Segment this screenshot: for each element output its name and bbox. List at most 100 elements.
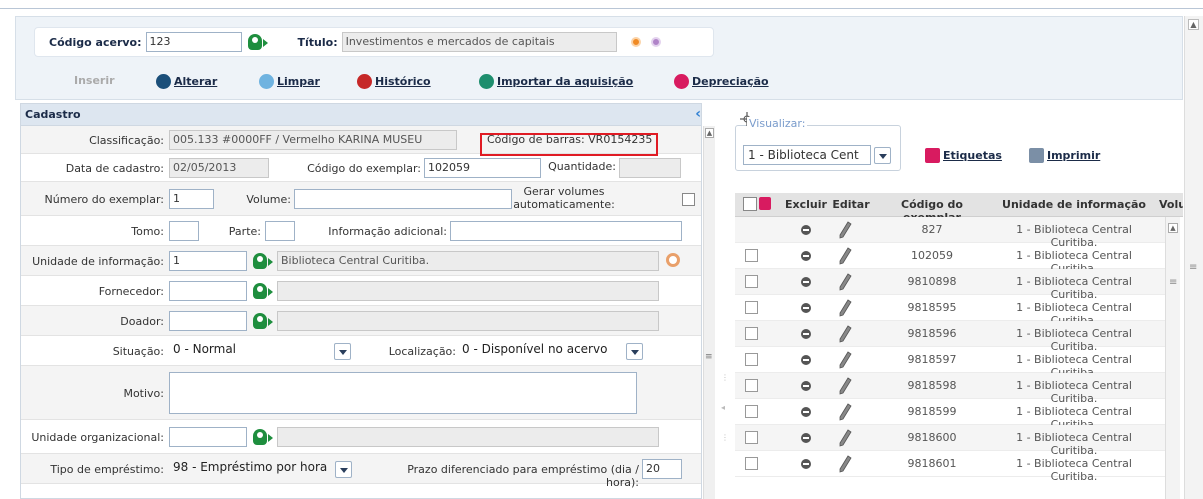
informacao-adicional-input[interactable]: [450, 221, 682, 241]
pencil-icon[interactable]: [838, 299, 852, 317]
delete-icon[interactable]: [801, 433, 811, 443]
refresh-icon[interactable]: [666, 253, 680, 267]
alterar-button[interactable]: Alterar: [156, 74, 217, 89]
row-codigo: 9818597: [907, 353, 957, 366]
acervo-search-bar: Código acervo: 123 Título: Investimentos…: [34, 27, 714, 57]
pencil-icon[interactable]: [838, 325, 852, 343]
table-row[interactable]: 98185971 - Biblioteca Central Curitiba.: [735, 347, 1165, 379]
depreciacao-button[interactable]: Depreciação: [674, 74, 769, 89]
pencil-icon[interactable]: [838, 247, 852, 265]
delete-icon[interactable]: [801, 251, 811, 261]
page-scrollbar[interactable]: ▲ ≡: [1184, 16, 1203, 499]
col-unidade-informacao[interactable]: Unidade de informação: [993, 198, 1155, 211]
localizacao-dropdown-icon[interactable]: [626, 343, 643, 360]
delete-icon[interactable]: [801, 381, 811, 391]
form-scroll-up-icon[interactable]: ▲: [705, 128, 714, 138]
delete-icon[interactable]: [801, 329, 811, 339]
unidade-informacao-input[interactable]: 1: [169, 251, 247, 271]
row-checkbox[interactable]: [745, 249, 758, 262]
codigo-acervo-input[interactable]: 123: [145, 32, 242, 52]
collapse-chevron-icon[interactable]: ‹: [695, 106, 701, 122]
form-scrollbar[interactable]: ▲ ≡: [703, 126, 715, 499]
col-volume[interactable]: Volum: [1159, 198, 1183, 211]
unidade-organizacional-input[interactable]: [169, 427, 247, 447]
grid-scroll-up-icon[interactable]: ▲: [1168, 223, 1178, 233]
tipo-emprestimo-dropdown-icon[interactable]: [335, 461, 352, 478]
pencil-icon[interactable]: [838, 221, 852, 239]
row-checkbox[interactable]: [745, 301, 758, 314]
pencil-icon[interactable]: [838, 273, 852, 291]
delete-icon[interactable]: [801, 277, 811, 287]
tomo-input[interactable]: [169, 221, 199, 241]
delete-icon[interactable]: [801, 355, 811, 365]
row-checkbox[interactable]: [745, 405, 758, 418]
delete-icon[interactable]: [801, 225, 811, 235]
table-row[interactable]: 9818598 1 - Biblioteca Central Curitiba.: [735, 373, 1165, 405]
row-checkbox[interactable]: [745, 353, 758, 366]
unidade-org-go-icon[interactable]: [253, 429, 273, 445]
codigo-exemplar-input[interactable]: 102059: [424, 158, 541, 178]
form-scroll-grip-icon[interactable]: ≡: [705, 352, 713, 362]
volume-input[interactable]: [294, 189, 512, 209]
splitter-arrow-icon[interactable]: ◂: [721, 403, 725, 412]
info-title-icon[interactable]: [650, 37, 661, 47]
doador-input[interactable]: [169, 311, 247, 331]
unidade-go-icon[interactable]: [253, 253, 273, 269]
inserir-button[interactable]: Inserir: [74, 74, 115, 87]
limpar-button[interactable]: Limpar: [259, 74, 320, 89]
table-row[interactable]: 9810898 1 - Biblioteca Central Curitiba.: [735, 269, 1165, 301]
motivo-textarea[interactable]: [169, 372, 637, 414]
gerar-volumes-checkbox[interactable]: [682, 193, 695, 206]
table-row[interactable]: 98185951 - Biblioteca Central Curitiba.: [735, 295, 1165, 327]
situacao-select[interactable]: 0 - Normal: [173, 342, 236, 356]
quantidade-input[interactable]: [619, 158, 681, 178]
grid-scrollbar[interactable]: ▲ ≡: [1165, 217, 1180, 499]
delete-icon[interactable]: [801, 303, 811, 313]
pencil-icon[interactable]: [838, 455, 852, 473]
row-checkbox[interactable]: [745, 327, 758, 340]
data-cadastro-input[interactable]: 02/05/2013: [169, 158, 269, 178]
row-checkbox[interactable]: [745, 275, 758, 288]
parte-input[interactable]: [265, 221, 295, 241]
fornecedor-input[interactable]: [169, 281, 247, 301]
imprimir-button[interactable]: Imprimir: [1029, 148, 1100, 163]
delete-icon[interactable]: [801, 407, 811, 417]
delete-icon[interactable]: [801, 459, 811, 469]
clear-title-icon[interactable]: [630, 37, 641, 47]
table-row[interactable]: 827 1 - Biblioteca Central Curitiba.: [735, 217, 1165, 249]
row-checkbox[interactable]: [745, 379, 758, 392]
row-checkbox[interactable]: [745, 431, 758, 444]
localizacao-select[interactable]: 0 - Disponível no acervo: [462, 342, 607, 356]
fornecedor-go-icon[interactable]: [253, 283, 273, 299]
tipo-emprestimo-select[interactable]: 98 - Empréstimo por hora: [173, 460, 327, 474]
table-row[interactable]: 9818596 1 - Biblioteca Central Curitiba.: [735, 321, 1165, 353]
prazo-input[interactable]: 20: [642, 459, 682, 479]
importar-button[interactable]: Importar da aquisição: [479, 74, 633, 89]
table-row[interactable]: 1020591 - Biblioteca Central Curitiba.: [735, 243, 1165, 275]
doador-go-icon[interactable]: [253, 313, 273, 329]
historico-button[interactable]: Histórico: [357, 74, 431, 89]
col-excluir[interactable]: Excluir: [783, 198, 829, 211]
situacao-dropdown-icon[interactable]: [334, 343, 351, 360]
etiquetas-button[interactable]: Etiquetas: [925, 148, 1002, 163]
table-row[interactable]: 98185991 - Biblioteca Central Curitiba.: [735, 399, 1165, 431]
table-row[interactable]: 9818600 1 - Biblioteca Central Curitiba.: [735, 425, 1165, 457]
titulo-input[interactable]: Investimentos e mercados de capitais: [341, 32, 617, 52]
pencil-icon[interactable]: [838, 429, 852, 447]
scroll-grip-icon[interactable]: ≡: [1189, 262, 1197, 273]
numero-exemplar-input[interactable]: 1: [169, 189, 214, 209]
pencil-icon[interactable]: [838, 377, 852, 395]
pencil-icon[interactable]: [838, 403, 852, 421]
tomo-label: Tomo:: [131, 225, 164, 238]
visualizar-dropdown-icon[interactable]: [874, 147, 891, 164]
visualizar-select[interactable]: 1 - Biblioteca Cent: [743, 145, 871, 165]
select-all-checkbox[interactable]: [743, 197, 757, 211]
pencil-icon[interactable]: [838, 351, 852, 369]
col-editar[interactable]: Editar: [831, 198, 871, 211]
classificacao-input[interactable]: 005.133 #0000FF / Vermelho KARINA MUSEU: [169, 130, 457, 150]
scroll-up-icon[interactable]: ▲: [1188, 19, 1199, 30]
row-checkbox[interactable]: [745, 457, 758, 470]
go-icon[interactable]: [247, 34, 268, 50]
table-row[interactable]: 9818601 1 - Biblioteca Central Curitiba.: [735, 451, 1165, 483]
grid-scroll-grip-icon[interactable]: ≡: [1169, 277, 1177, 288]
